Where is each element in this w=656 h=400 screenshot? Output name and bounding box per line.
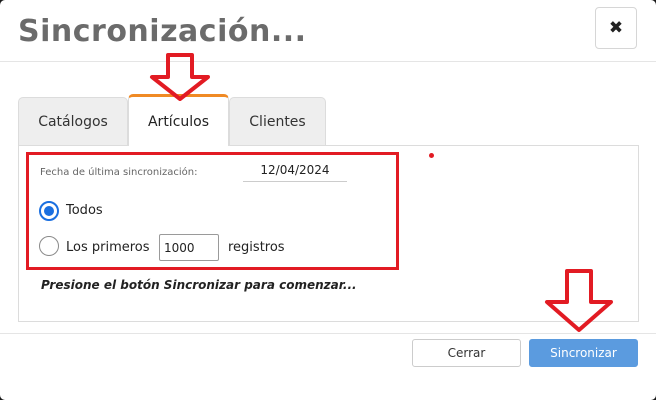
last-sync-label: Fecha de última sincronización: bbox=[40, 167, 198, 178]
instruction-text: Presione el botón Sincronizar para comen… bbox=[41, 278, 357, 292]
annotation-arrow-down-icon bbox=[150, 53, 210, 101]
tab-catalogos[interactable]: Catálogos bbox=[18, 97, 128, 145]
sync-dialog: Sincronización... ✖ Catálogos Artículos … bbox=[0, 0, 656, 400]
radio-todos-label[interactable]: Todos bbox=[66, 203, 103, 218]
records-label: registros bbox=[228, 240, 285, 255]
annotation-arrow-down-icon bbox=[545, 269, 613, 332]
cancel-button[interactable]: Cerrar bbox=[412, 339, 521, 367]
radio-todos[interactable] bbox=[39, 201, 59, 221]
dialog-title: Sincronización... bbox=[18, 14, 307, 49]
sync-button[interactable]: Sincronizar bbox=[529, 339, 638, 367]
close-button[interactable]: ✖ bbox=[595, 7, 637, 49]
records-count-input[interactable] bbox=[159, 234, 219, 261]
header-divider bbox=[0, 61, 656, 62]
annotation-dot bbox=[429, 153, 434, 158]
tab-clientes[interactable]: Clientes bbox=[229, 97, 326, 145]
radio-los-primeros[interactable] bbox=[39, 236, 59, 256]
last-sync-date-field[interactable] bbox=[243, 158, 347, 182]
close-icon: ✖ bbox=[608, 18, 624, 38]
radio-los-primeros-label[interactable]: Los primeros bbox=[66, 240, 150, 255]
